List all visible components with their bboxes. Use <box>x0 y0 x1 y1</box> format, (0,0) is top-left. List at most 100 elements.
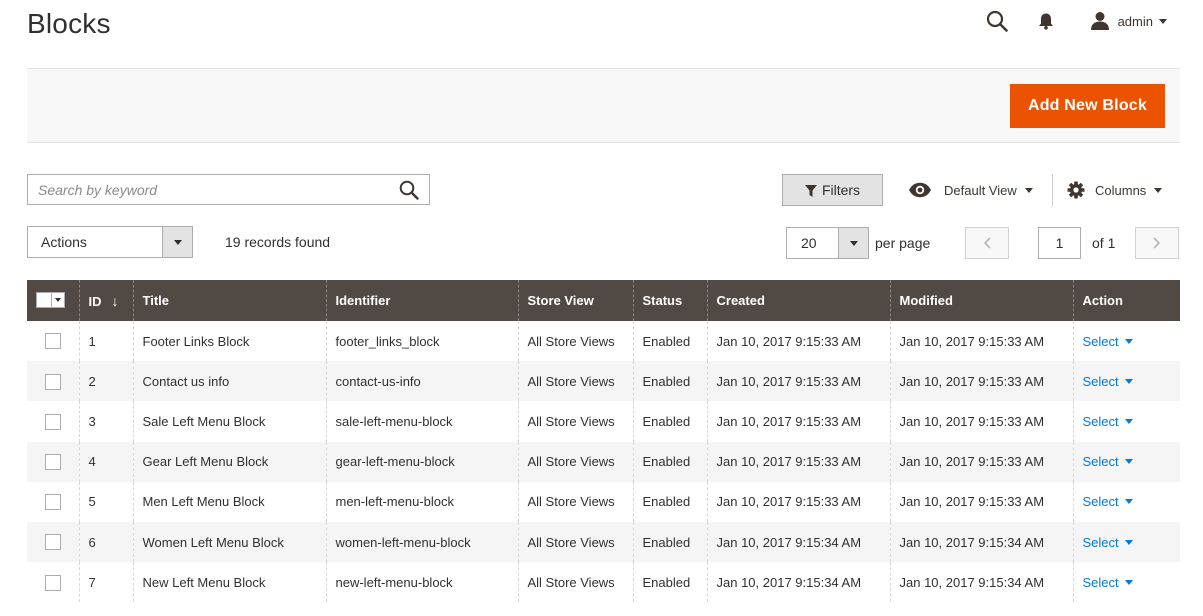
cell-created: Jan 10, 2017 9:15:34 AM <box>706 562 890 603</box>
row-checkbox[interactable] <box>45 373 61 390</box>
caret-down-icon <box>1124 459 1133 465</box>
cell-id: 4 <box>78 441 133 482</box>
cell-identifier: footer_links_block <box>325 321 518 362</box>
column-header-store-view[interactable]: Store View <box>517 280 633 321</box>
cell-modified: Jan 10, 2017 9:15:34 AM <box>889 562 1073 603</box>
gear-icon <box>1067 181 1085 199</box>
dropdown-arrow-icon <box>162 227 192 257</box>
row-action-select[interactable]: Select <box>1083 334 1133 349</box>
chevron-down-icon <box>1159 18 1167 24</box>
per-page-value: 20 <box>801 235 817 251</box>
search-icon[interactable] <box>984 8 1010 34</box>
cell-created: Jan 10, 2017 9:15:34 AM <box>706 521 890 563</box>
user-name: admin <box>1117 13 1153 29</box>
cell-identifier: women-left-menu-block <box>325 521 518 563</box>
cell-store-view: All Store Views <box>517 321 633 362</box>
sort-descending-icon: ↓ <box>111 292 119 309</box>
chevron-right-icon <box>1153 237 1161 249</box>
cell-modified: Jan 10, 2017 9:15:33 AM <box>889 321 1073 362</box>
cell-title: New Left Menu Block <box>132 562 326 603</box>
cell-id: 6 <box>78 521 133 563</box>
filters-label: Filters <box>821 182 861 198</box>
cell-title: Women Left Menu Block <box>132 521 326 563</box>
cell-store-view: All Store Views <box>517 361 633 402</box>
row-action-select[interactable]: Select <box>1083 454 1133 469</box>
table-row: 7 New Left Menu Block new-left-menu-bloc… <box>27 562 1180 603</box>
toolbar-divider <box>1052 174 1053 206</box>
previous-page-button[interactable] <box>965 227 1009 259</box>
table-row: 5 Men Left Menu Block men-left-menu-bloc… <box>27 481 1180 522</box>
column-header-modified[interactable]: Modified <box>889 280 1073 321</box>
column-header-created[interactable]: Created <box>706 280 890 321</box>
user-icon <box>1090 11 1110 31</box>
mass-actions-select[interactable]: Actions <box>27 226 193 258</box>
bell-icon[interactable] <box>1036 10 1056 32</box>
chevron-down-icon <box>1024 187 1033 193</box>
cell-title: Men Left Menu Block <box>132 481 326 522</box>
cell-modified: Jan 10, 2017 9:15:33 AM <box>889 481 1073 522</box>
eye-icon <box>908 182 932 198</box>
search-input[interactable] <box>28 175 429 204</box>
cell-store-view: All Store Views <box>517 521 633 563</box>
table-row: 4 Gear Left Menu Block gear-left-menu-bl… <box>27 441 1180 482</box>
caret-down-icon <box>1124 499 1133 505</box>
row-checkbox[interactable] <box>45 333 61 350</box>
cell-modified: Jan 10, 2017 9:15:33 AM <box>889 401 1073 442</box>
row-checkbox[interactable] <box>45 413 61 430</box>
cell-modified: Jan 10, 2017 9:15:33 AM <box>889 441 1073 482</box>
cell-id: 5 <box>78 481 133 522</box>
row-checkbox[interactable] <box>45 453 61 470</box>
caret-down-icon <box>1124 378 1133 384</box>
caret-down-icon <box>1124 539 1133 545</box>
cell-modified: Jan 10, 2017 9:15:34 AM <box>889 521 1073 563</box>
cell-created: Jan 10, 2017 9:15:33 AM <box>706 441 890 482</box>
column-header-id[interactable]: ID ↓ <box>78 280 133 321</box>
cell-store-view: All Store Views <box>517 401 633 442</box>
page-number-input[interactable] <box>1038 227 1081 259</box>
user-menu[interactable]: admin <box>1090 11 1167 31</box>
columns-control[interactable]: Columns <box>1067 174 1163 206</box>
cell-title: Gear Left Menu Block <box>132 441 326 482</box>
chevron-left-icon <box>983 237 991 249</box>
cell-store-view: All Store Views <box>517 562 633 603</box>
cell-status: Enabled <box>632 521 707 563</box>
next-page-button[interactable] <box>1135 227 1179 259</box>
row-checkbox[interactable] <box>45 534 61 551</box>
view-switcher[interactable]: Default View <box>908 174 1033 206</box>
cell-id: 3 <box>78 401 133 442</box>
page-title: Blocks <box>27 8 111 39</box>
cell-title: Contact us info <box>132 361 326 402</box>
row-action-select[interactable]: Select <box>1083 575 1133 590</box>
column-header-title[interactable]: Title <box>132 280 326 321</box>
row-action-select[interactable]: Select <box>1083 374 1133 389</box>
cell-identifier: contact-us-info <box>325 361 518 402</box>
row-checkbox[interactable] <box>45 574 61 591</box>
per-page-select[interactable]: 20 <box>786 227 869 259</box>
row-checkbox[interactable] <box>45 494 61 511</box>
column-header-identifier[interactable]: Identifier <box>325 280 518 321</box>
cell-status: Enabled <box>632 481 707 522</box>
cell-store-view: All Store Views <box>517 481 633 522</box>
cell-status: Enabled <box>632 441 707 482</box>
chevron-down-icon <box>1154 187 1163 193</box>
table-row: 6 Women Left Menu Block women-left-menu-… <box>27 521 1180 563</box>
records-found: 19 records found <box>225 234 331 250</box>
add-new-block-button[interactable]: Add New Block <box>1009 84 1165 128</box>
cell-title: Footer Links Block <box>132 321 326 362</box>
mass-select-checkbox[interactable] <box>36 291 65 308</box>
row-action-select[interactable]: Select <box>1083 494 1133 509</box>
row-action-select[interactable]: Select <box>1083 414 1133 429</box>
column-header-action: Action <box>1072 280 1180 321</box>
filters-button[interactable]: Filters <box>782 174 883 206</box>
blocks-grid: ID ↓ Title Identifier Store View Status C… <box>27 280 1180 603</box>
row-action-select[interactable]: Select <box>1083 535 1133 550</box>
cell-identifier: gear-left-menu-block <box>325 441 518 482</box>
cell-id: 7 <box>78 562 133 603</box>
cell-identifier: sale-left-menu-block <box>325 401 518 442</box>
mass-actions-label: Actions <box>41 234 87 250</box>
table-row: 3 Sale Left Menu Block sale-left-menu-bl… <box>27 401 1180 442</box>
caret-down-icon <box>1124 418 1133 424</box>
column-header-status[interactable]: Status <box>632 280 707 321</box>
funnel-icon <box>804 184 817 197</box>
search-submit-icon[interactable] <box>397 178 421 202</box>
